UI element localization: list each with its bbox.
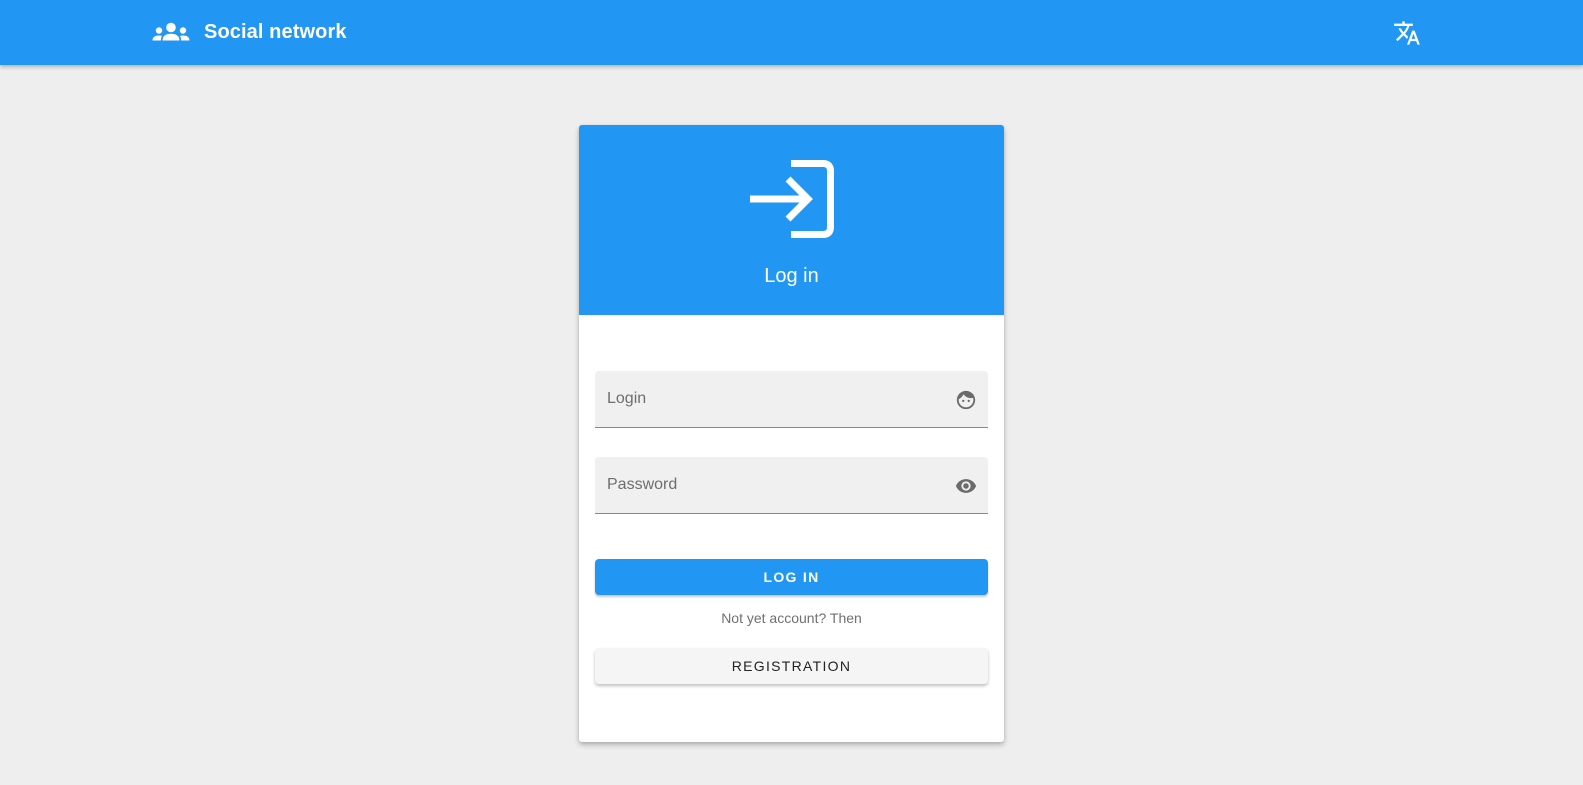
registration-hint: Not yet account? Then [721,610,862,626]
app-bar: Social network [0,0,1583,65]
translate-icon [1394,21,1420,45]
brand[interactable]: Social network [152,0,347,65]
login-icon [750,160,834,238]
login-input[interactable] [595,371,988,427]
login-button[interactable]: LOG IN [595,559,988,595]
password-input[interactable] [595,457,988,513]
registration-button[interactable]: REGISTRATION [595,648,988,684]
password-field[interactable] [595,457,988,514]
card-title: Log in [764,265,819,287]
login-card: Log in LOG IN Not yet account? Then REGI… [579,125,1004,742]
eye-icon[interactable] [955,475,977,497]
translate-button[interactable] [1392,18,1422,48]
login-field[interactable] [595,371,988,428]
group-icon [152,22,190,40]
app-title: Social network [204,21,347,43]
login-card-header: Log in [579,125,1004,315]
face-icon [956,390,976,410]
